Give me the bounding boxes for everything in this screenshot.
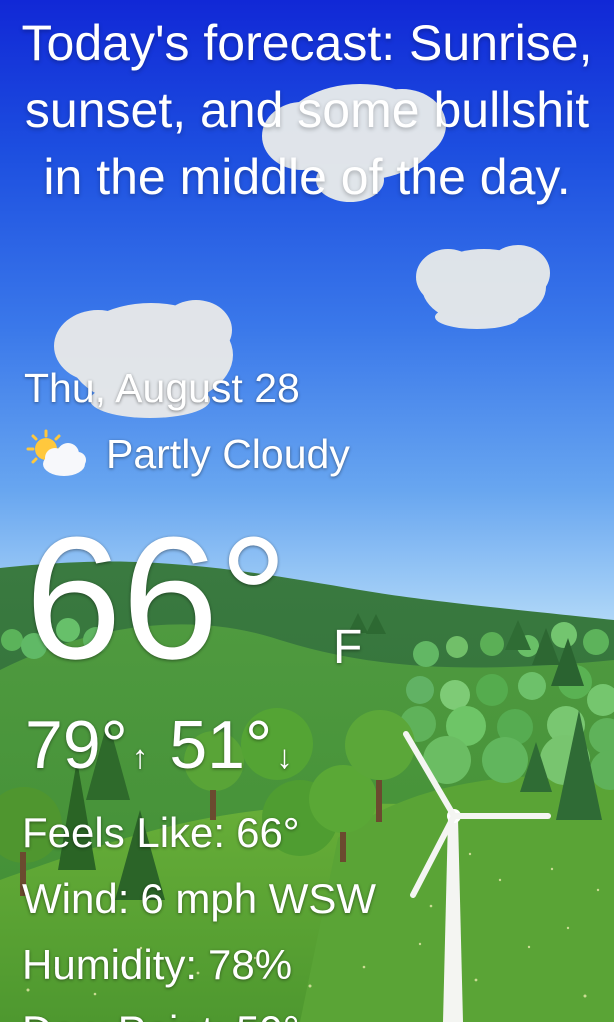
condition-label: Partly Cloudy xyxy=(106,430,350,477)
high-low-temps: 79° ↑ 51° ↓ xyxy=(25,704,314,798)
low-arrow-icon: ↓ xyxy=(276,738,293,775)
condition-row: Partly Cloudy xyxy=(22,425,350,483)
forecast-headline: Today's forecast: Sunrise, sunset, and s… xyxy=(21,15,593,205)
dew-point-row: Dew Point: 59° xyxy=(22,1002,300,1022)
current-temperature: 66° xyxy=(25,500,289,695)
cloud xyxy=(416,245,550,329)
weather-screen: Today's forecast: Sunrise, sunset, and s… xyxy=(0,0,614,1022)
high-temperature: 79° xyxy=(25,707,128,783)
feels-like-row: Feels Like: 66° xyxy=(22,804,300,862)
feels-like-label: Feels Like: xyxy=(22,809,226,856)
humidity-value: 78% xyxy=(208,941,293,988)
temperature-unit: F xyxy=(333,621,363,674)
wind-label: Wind: xyxy=(22,875,130,922)
partly-cloudy-icon xyxy=(26,429,86,476)
forecast-date: Thu, August 28 xyxy=(24,365,300,411)
wind-value: 6 mph WSW xyxy=(140,875,377,922)
dew-point-value: 59° xyxy=(236,1007,300,1022)
dew-point-label: Dew Point: xyxy=(22,1007,225,1022)
feels-like-value: 66° xyxy=(236,809,300,856)
humidity-label: Humidity: xyxy=(22,941,198,988)
low-temperature: 51° xyxy=(169,707,273,783)
high-arrow-icon: ↑ xyxy=(131,738,149,775)
wind-row: Wind: 6 mph WSW xyxy=(22,870,376,928)
humidity-row: Humidity: 78% xyxy=(22,936,292,994)
